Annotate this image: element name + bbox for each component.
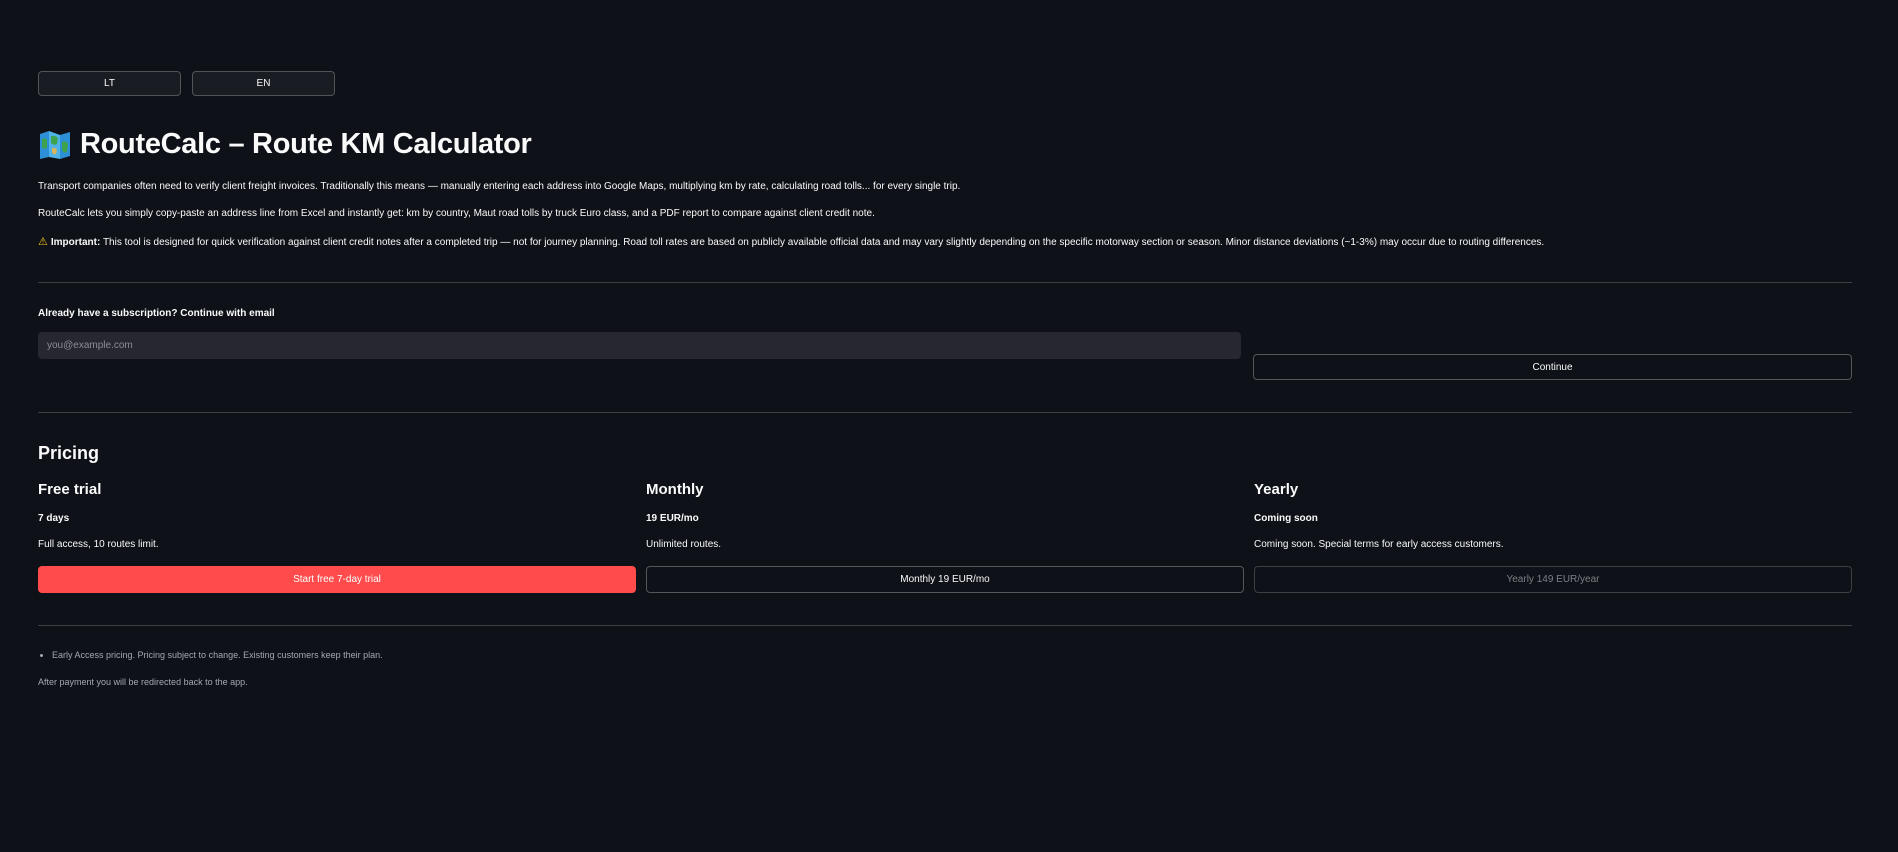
intro-paragraph-2: RouteCalc lets you simply copy-paste an …: [38, 208, 875, 219]
plan-monthly: Monthly 19 EUR/mo Unlimited routes. Mont…: [646, 481, 1244, 593]
yearly-plan-button: Yearly 149 EUR/year: [1254, 566, 1852, 593]
divider: [38, 282, 1852, 283]
warning-paragraph: ⚠ Important: This tool is designed for qu…: [38, 235, 1544, 248]
intro-paragraph-1: Transport companies often need to verify…: [38, 181, 961, 192]
plan-name: Monthly: [646, 481, 704, 498]
warning-icon: ⚠: [38, 236, 48, 248]
continue-button[interactable]: Continue: [1253, 354, 1852, 380]
pricing-heading: Pricing: [38, 443, 100, 463]
email-input[interactable]: [38, 332, 1241, 359]
page: LT EN RouteCalc – Route KM Calculator Tr…: [0, 0, 1898, 852]
plan-description: Full access, 10 routes limit.: [38, 539, 159, 550]
plan-yearly: Yearly Coming soon Coming soon. Special …: [1254, 481, 1852, 593]
language-button-lt[interactable]: LT: [38, 71, 181, 96]
plan-name: Free trial: [38, 481, 102, 498]
page-title: RouteCalc – Route KM Calculator: [38, 128, 532, 161]
redirect-note: After payment you will be redirected bac…: [38, 677, 248, 687]
list-item: Early Access pricing. Pricing subject to…: [52, 650, 383, 660]
plan-price: Coming soon: [1254, 513, 1318, 524]
plan-description: Unlimited routes.: [646, 539, 722, 550]
plan-price: 7 days: [38, 513, 70, 524]
start-trial-button[interactable]: Start free 7-day trial: [38, 566, 636, 593]
plan-name: Yearly: [1254, 481, 1299, 498]
monthly-plan-button[interactable]: Monthly 19 EUR/mo: [646, 566, 1244, 593]
language-button-en[interactable]: EN: [192, 71, 335, 96]
pricing-notes: Early Access pricing. Pricing subject to…: [38, 650, 383, 660]
warning-text: This tool is designed for quick verifica…: [102, 237, 1545, 248]
plan-free-trial: Free trial 7 days Full access, 10 routes…: [38, 481, 636, 593]
divider: [38, 412, 1852, 413]
divider: [38, 625, 1852, 626]
language-switcher: LT EN: [38, 71, 335, 96]
title-text: RouteCalc – Route KM Calculator: [80, 128, 532, 160]
plan-description: Coming soon. Special terms for early acc…: [1254, 539, 1504, 550]
plan-price: 19 EUR/mo: [646, 513, 699, 524]
warning-label: Important:: [50, 237, 101, 248]
email-label: Already have a subscription? Continue wi…: [38, 308, 275, 319]
folded-map-icon: [38, 130, 72, 160]
